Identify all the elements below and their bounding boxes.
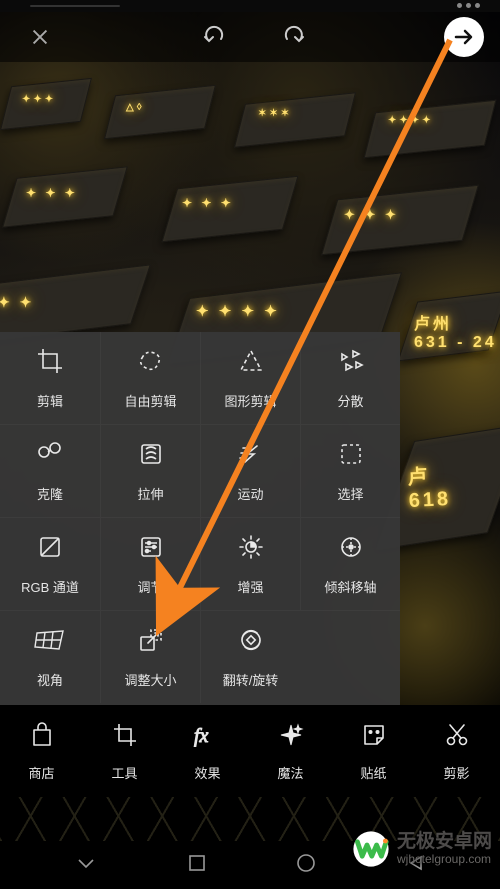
free-crop-icon bbox=[136, 346, 166, 381]
bottom-label: 剪影 bbox=[443, 763, 469, 782]
grid-adjust[interactable]: 调节 bbox=[100, 518, 200, 610]
status-bar bbox=[0, 0, 500, 12]
grid-label: 自由剪辑 bbox=[124, 391, 176, 410]
tilt-icon bbox=[336, 532, 366, 567]
nav-back[interactable] bbox=[407, 854, 425, 877]
bottom-magic[interactable]: 魔法 bbox=[249, 705, 332, 797]
forward-button[interactable] bbox=[444, 17, 484, 57]
grid-free-crop[interactable]: 自由剪辑 bbox=[100, 332, 200, 424]
grid-clone[interactable]: 克隆 bbox=[0, 425, 100, 517]
store-icon bbox=[27, 720, 57, 755]
grid-shape-crop[interactable]: 图形剪辑 bbox=[200, 332, 300, 424]
nav-recent[interactable] bbox=[188, 854, 206, 877]
scissors-icon bbox=[442, 720, 472, 755]
rgb-icon bbox=[35, 532, 65, 567]
grid-label: 翻转/旋转 bbox=[223, 670, 279, 689]
grid-rotate[interactable]: 翻转/旋转 bbox=[200, 611, 300, 703]
grid-perspective[interactable]: 视角 bbox=[0, 611, 100, 703]
redo-icon bbox=[279, 23, 307, 47]
grid-enhance[interactable]: 增强 bbox=[200, 518, 300, 610]
clone-icon bbox=[35, 439, 65, 474]
bottom-store[interactable]: 商店 bbox=[0, 705, 83, 797]
grid-label: 运动 bbox=[237, 484, 263, 503]
system-nav-bar bbox=[0, 841, 500, 889]
bottom-tools[interactable]: 工具 bbox=[83, 705, 166, 797]
chevron-down-icon bbox=[75, 852, 97, 874]
editor-top-bar bbox=[0, 12, 500, 62]
bottom-label: 贴纸 bbox=[360, 763, 386, 782]
grid-tilt[interactable]: 倾斜移轴 bbox=[300, 518, 400, 610]
bottom-category-bar: 商店 工具 fx 效果 魔法 贴纸 剪影 bbox=[0, 705, 500, 797]
bottom-label: 魔法 bbox=[277, 763, 303, 782]
grid-crop[interactable]: 剪辑 bbox=[0, 332, 100, 424]
undo-icon bbox=[201, 23, 229, 47]
tool-grid-panel: 剪辑 自由剪辑 图形剪辑 分散 克隆 拉伸 运动 选择 bbox=[0, 332, 400, 707]
rotate-icon bbox=[236, 625, 266, 660]
bottom-fx[interactable]: fx 效果 bbox=[166, 705, 249, 797]
below-area bbox=[0, 797, 500, 841]
grid-select[interactable]: 选择 bbox=[300, 425, 400, 517]
nav-home[interactable] bbox=[296, 853, 316, 878]
sticker-icon bbox=[359, 720, 389, 755]
grid-motion[interactable]: 运动 bbox=[200, 425, 300, 517]
grid-resize[interactable]: 调整大小 bbox=[100, 611, 200, 703]
select-icon bbox=[336, 439, 366, 474]
magic-icon bbox=[276, 720, 306, 755]
close-icon bbox=[29, 26, 51, 48]
stretch-icon bbox=[136, 439, 166, 474]
bottom-label: 效果 bbox=[194, 763, 220, 782]
resize-icon bbox=[136, 625, 166, 660]
crop-tool-icon bbox=[110, 720, 140, 755]
crop-icon bbox=[35, 346, 65, 381]
grid-scatter[interactable]: 分散 bbox=[300, 332, 400, 424]
triangle-left-icon bbox=[407, 854, 425, 872]
close-button[interactable] bbox=[0, 26, 80, 48]
grid-label: 克隆 bbox=[37, 484, 63, 503]
grid-label: 分散 bbox=[337, 391, 363, 410]
fx-icon: fx bbox=[191, 720, 225, 755]
grid-label: RGB 通道 bbox=[21, 577, 79, 596]
grid-label: 图形剪辑 bbox=[224, 391, 276, 410]
bottom-sticker[interactable]: 贴纸 bbox=[332, 705, 415, 797]
svg-text:fx: fx bbox=[194, 725, 209, 747]
redo-button[interactable] bbox=[279, 23, 307, 52]
status-right bbox=[457, 3, 480, 8]
circle-icon bbox=[296, 853, 316, 873]
chevron-right-icon bbox=[452, 25, 476, 49]
grid-label: 倾斜移轴 bbox=[324, 577, 376, 596]
grid-label: 视角 bbox=[37, 670, 63, 689]
bottom-label: 商店 bbox=[28, 763, 54, 782]
undo-button[interactable] bbox=[201, 23, 229, 52]
perspective-icon bbox=[33, 625, 67, 660]
nav-down[interactable] bbox=[75, 852, 97, 879]
bottom-scissors[interactable]: 剪影 bbox=[415, 705, 498, 797]
scatter-icon bbox=[336, 346, 366, 381]
motion-icon bbox=[236, 439, 266, 474]
grid-label: 调整大小 bbox=[124, 670, 176, 689]
grid-rgb[interactable]: RGB 通道 bbox=[0, 518, 100, 610]
square-icon bbox=[188, 854, 206, 872]
grid-label: 选择 bbox=[337, 484, 363, 503]
grid-label: 剪辑 bbox=[37, 391, 63, 410]
bottom-label: 工具 bbox=[111, 763, 137, 782]
shape-crop-icon bbox=[236, 346, 266, 381]
enhance-icon bbox=[236, 532, 266, 567]
notch-line bbox=[30, 5, 120, 7]
adjust-icon bbox=[136, 532, 166, 567]
grid-label: 调节 bbox=[137, 577, 163, 596]
grid-label: 拉伸 bbox=[137, 484, 163, 503]
grid-stretch[interactable]: 拉伸 bbox=[100, 425, 200, 517]
grid-label: 增强 bbox=[237, 577, 263, 596]
